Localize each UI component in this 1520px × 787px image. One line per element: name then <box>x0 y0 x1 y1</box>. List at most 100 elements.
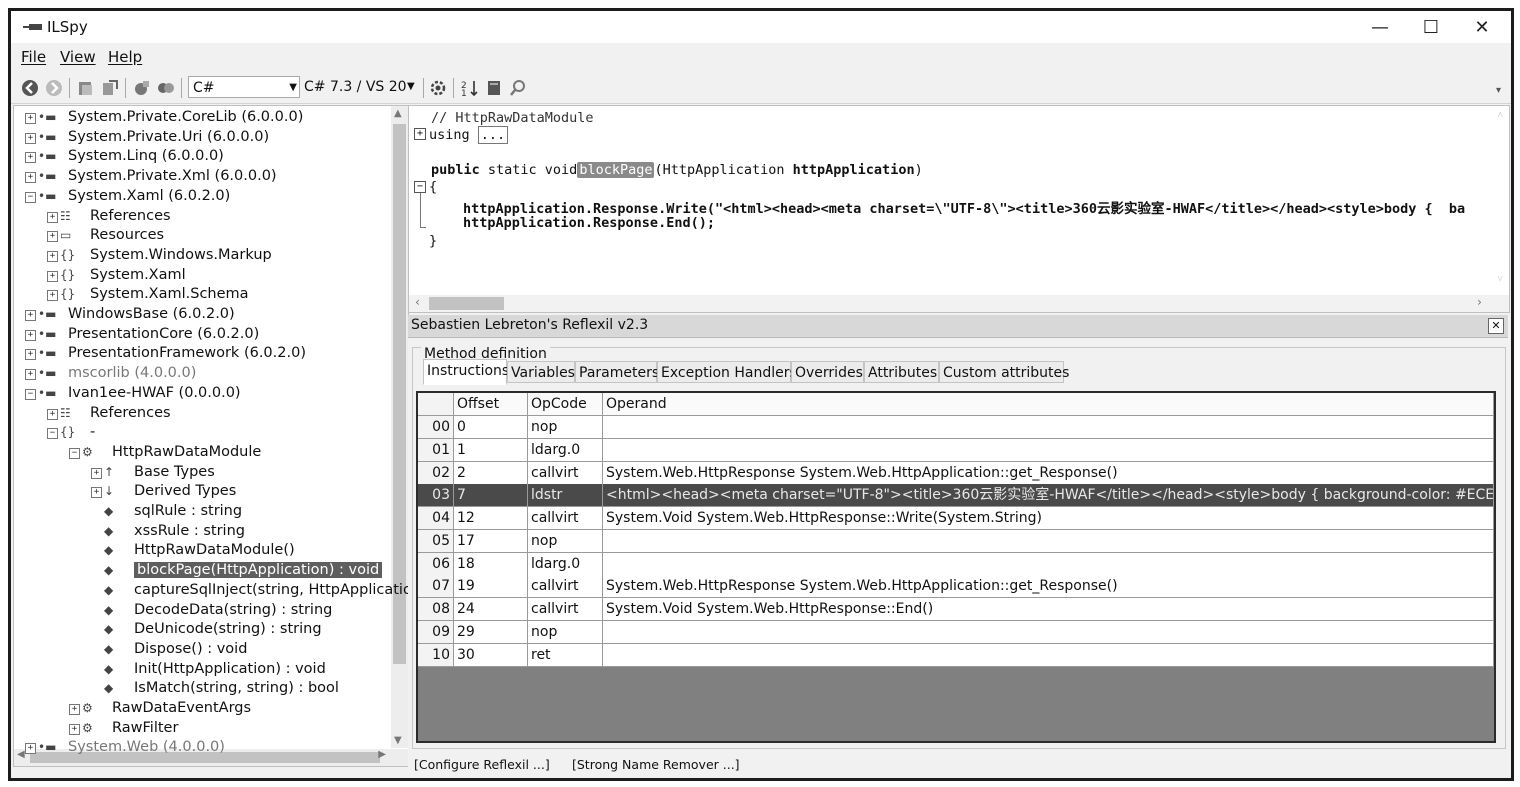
instruction-row[interactable]: 04 12 callvirt System.Void System.Web.HttpR… <box>418 507 1494 530</box>
instruction-row[interactable]: 01 1 ldarg.0 <box>418 438 1494 462</box>
tab-exception-handlers[interactable]: Exception Handlers <box>657 361 797 383</box>
menu-file[interactable]: File <box>21 48 46 66</box>
version-dropdown[interactable]: C# 7.3 / VS 20 ▼ <box>304 76 418 98</box>
back-icon[interactable] <box>21 79 39 97</box>
opcode-cell[interactable]: callvirt <box>528 598 603 620</box>
opcode-cell[interactable]: callvirt <box>528 461 603 484</box>
operand-cell[interactable] <box>603 416 1494 438</box>
close-icon[interactable]: ✕ <box>1459 15 1505 41</box>
opcode-cell[interactable]: callvirt <box>528 507 603 529</box>
expand-icon[interactable]: + <box>47 290 58 302</box>
tree-node[interactable]: ◆ Dispose() : void <box>14 641 390 660</box>
instructions-grid[interactable]: Offset OpCode Operand 00 0 nop 01 1 ldarg.0 02 2 ca… <box>416 391 1496 743</box>
maximize-icon[interactable]: ☐ <box>1408 15 1454 41</box>
expand-icon[interactable]: + <box>25 743 36 755</box>
expand-icon[interactable]: + <box>91 487 102 499</box>
offset-cell[interactable]: 12 <box>454 507 528 529</box>
overflow-chevron-icon[interactable]: ▾ <box>1496 85 1501 96</box>
collapse-icon[interactable]: − <box>69 447 80 459</box>
offset-cell[interactable]: 29 <box>454 620 528 643</box>
tab-overrides[interactable]: Overrides <box>791 361 864 383</box>
tree-node[interactable]: +{} System.Xaml <box>14 267 390 286</box>
offset-cell[interactable]: 19 <box>454 575 528 598</box>
row-index[interactable]: 06 <box>418 552 454 575</box>
operand-cell[interactable]: System.Void System.Web.HttpResponse::Wri… <box>603 507 1494 529</box>
tab-attributes[interactable]: Attributes <box>864 361 939 383</box>
menu-view[interactable]: View <box>60 48 96 66</box>
tree-node[interactable]: + ⚙ RawDataEventArgs <box>14 700 390 719</box>
offset-cell[interactable]: 2 <box>454 461 528 484</box>
offset-cell[interactable]: 18 <box>454 552 528 575</box>
expand-icon[interactable]: + <box>47 231 58 243</box>
tree-node[interactable]: + •▬ System.Private.Xml (6.0.0.0) <box>14 168 390 187</box>
collapse-icon[interactable]: − <box>47 428 58 440</box>
opcode-cell[interactable]: ldarg.0 <box>528 438 603 461</box>
tree-node[interactable]: ◆ sqlRule : string <box>14 503 390 522</box>
tree-node[interactable]: + •▬ System.Private.CoreLib (6.0.0.0) <box>14 109 390 128</box>
scroll-up-icon[interactable]: ˄ <box>1497 110 1503 121</box>
book-icon[interactable] <box>485 79 503 97</box>
configure-reflexil-link[interactable]: [Configure Reflexil ...] <box>414 757 550 772</box>
opcode-cell[interactable]: ret <box>528 643 603 666</box>
instruction-row[interactable]: 07 19 callvirt System.Web.HttpResponse Syst… <box>418 575 1494 599</box>
method-name-highlight[interactable]: blockPage <box>577 162 655 178</box>
tree-node[interactable]: ◆ DeUnicode(string) : string <box>14 621 390 640</box>
expand-icon[interactable]: + <box>69 723 80 735</box>
load-dependencies-icon[interactable] <box>133 79 151 97</box>
tree-node[interactable]: − •▬ Ivan1ee-HWAF (0.0.0.0) <box>14 385 390 404</box>
expand-icon[interactable]: + <box>47 211 58 223</box>
operand-cell[interactable] <box>603 620 1494 643</box>
opcode-cell[interactable]: nop <box>528 416 603 438</box>
search-icon[interactable] <box>509 79 527 97</box>
instruction-row[interactable]: 10 30 ret <box>418 643 1494 667</box>
offset-cell[interactable]: 0 <box>454 416 528 438</box>
operand-cell[interactable] <box>603 438 1494 461</box>
scroll-right-icon[interactable]: › <box>1476 295 1483 309</box>
fold-expand-icon[interactable]: + <box>414 128 426 140</box>
tree-node[interactable]: ◆ captureSqlInject(string, HttpApplicatio <box>14 582 408 601</box>
collapse-icon[interactable]: − <box>25 388 36 400</box>
row-index[interactable]: 08 <box>418 598 454 620</box>
row-index[interactable]: 10 <box>418 643 454 666</box>
options-gear-icon[interactable] <box>429 79 447 97</box>
tree-node[interactable]: + •▬ mscorlib (4.0.0.0) <box>14 365 390 384</box>
tree-node[interactable]: + ☷ References <box>14 405 390 424</box>
code-horizontal-scrollbar[interactable]: ‹ › <box>409 295 1509 312</box>
fold-collapse-icon[interactable]: − <box>414 181 426 193</box>
offset-cell[interactable]: 7 <box>454 484 528 507</box>
tree-node[interactable]: ◆ blockPage(HttpApplication) : void <box>14 562 390 581</box>
tree-node[interactable]: + ↑ Base Types <box>14 464 390 483</box>
operand-cell[interactable] <box>603 529 1494 552</box>
reload-icon[interactable] <box>101 79 119 97</box>
operand-cell[interactable]: System.Web.HttpResponse System.Web.HttpA… <box>603 461 1494 484</box>
expand-icon[interactable]: + <box>91 467 102 479</box>
tree-node[interactable]: ◆ IsMatch(string, string) : bool <box>14 680 390 699</box>
tree-node[interactable]: + •▬ PresentationFramework (6.0.2.0) <box>14 345 390 364</box>
language-dropdown[interactable]: C# ▼ <box>188 76 300 98</box>
tree-node[interactable]: +{} System.Windows.Markup <box>14 247 390 266</box>
open-icon[interactable] <box>77 79 95 97</box>
operand-cell[interactable] <box>603 552 1494 575</box>
forward-icon[interactable] <box>45 79 63 97</box>
row-index[interactable]: 07 <box>418 575 454 598</box>
tree-node[interactable]: − •▬ System.Xaml (6.0.2.0) <box>14 188 390 207</box>
decompiled-code-view[interactable]: // HttpRawDataModule + using ... public … <box>408 105 1510 313</box>
tree-node[interactable]: + ↓ Derived Types <box>14 483 390 502</box>
opcode-cell[interactable]: nop <box>528 529 603 552</box>
expand-icon[interactable]: + <box>25 152 36 164</box>
tab-parameters[interactable]: Parameters <box>575 361 659 383</box>
strong-name-remover-link[interactable]: [Strong Name Remover ...] <box>572 757 740 772</box>
row-index[interactable]: 05 <box>418 529 454 552</box>
expand-icon[interactable]: + <box>25 132 36 144</box>
row-index[interactable]: 02 <box>418 461 454 484</box>
tree-node[interactable]: + ☷ References <box>14 208 390 227</box>
tree-node[interactable]: −{} - <box>14 424 390 443</box>
tab-variables[interactable]: Variables <box>507 361 575 383</box>
offset-cell[interactable]: 17 <box>454 529 528 552</box>
expand-icon[interactable]: + <box>25 329 36 341</box>
expand-icon[interactable]: + <box>25 310 36 321</box>
opcode-cell[interactable]: callvirt <box>528 575 603 598</box>
tree-node[interactable]: + •▬ System.Linq (6.0.0.0) <box>14 148 390 167</box>
tree-node[interactable]: + •▬ System.Web (4.0.0.0) <box>14 739 390 758</box>
expand-icon[interactable]: + <box>25 172 36 184</box>
